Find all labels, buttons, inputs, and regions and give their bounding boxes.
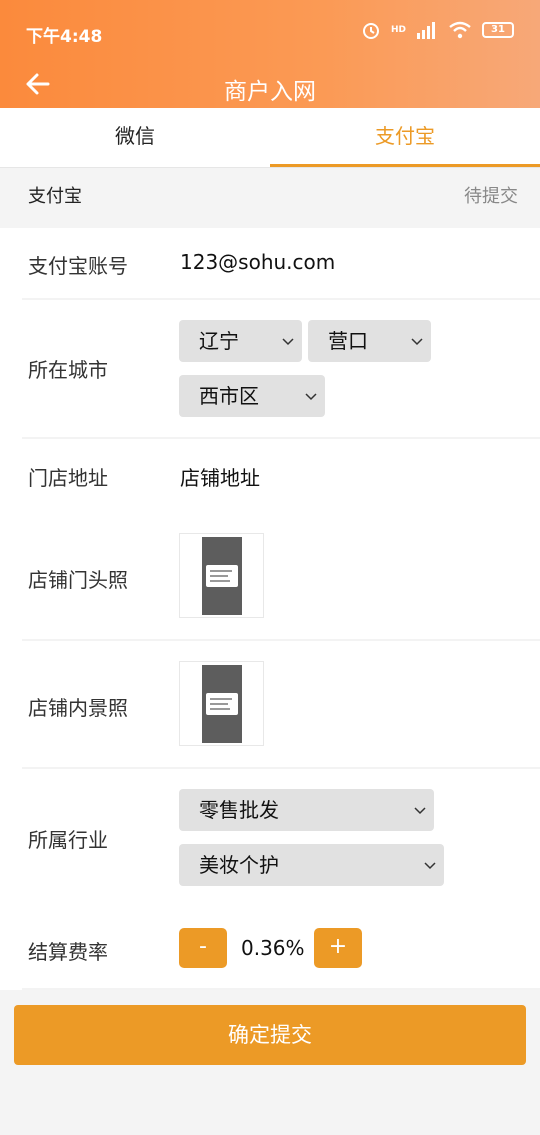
account-label: 支付宝账号	[28, 254, 128, 278]
merchant-form: 支付宝账号 123@sohu.com 所在城市 辽宁 营口 西市区 门店地址 店…	[0, 228, 540, 990]
signal-icon	[417, 22, 435, 39]
inner-photo-row: 店铺内景照	[0, 640, 540, 768]
rate-increment-button[interactable]: +	[314, 928, 362, 968]
inner-photo-thumbnail[interactable]	[179, 661, 264, 746]
inner-photo-label: 店铺内景照	[28, 696, 128, 720]
chevron-down-icon	[424, 862, 436, 870]
status-icons: HD 31	[361, 20, 514, 40]
status-badge: 待提交	[464, 186, 518, 207]
account-row: 支付宝账号 123@sohu.com	[0, 228, 540, 300]
address-label: 门店地址	[28, 466, 108, 490]
submit-button[interactable]: 确定提交	[14, 1005, 526, 1065]
rate-label: 结算费率	[28, 940, 108, 964]
status-bar: 下午4:48 HD 31	[0, 18, 540, 48]
industry-subcategory-value: 美妆个护	[199, 853, 279, 877]
district-select[interactable]: 西市区	[179, 375, 325, 417]
app-header: 下午4:48 HD 31 商户入网	[0, 0, 540, 108]
city-row: 所在城市 辽宁 营口 西市区	[0, 300, 540, 438]
rate-value: 0.36%	[241, 936, 305, 960]
battery-icon: 31	[482, 22, 514, 38]
rate-decrement-button[interactable]: -	[179, 928, 227, 968]
alarm-icon	[362, 23, 379, 39]
industry-row: 所属行业 零售批发 美妆个护	[0, 768, 540, 908]
tab-bar: 微信 支付宝	[0, 108, 540, 168]
tab-wechat[interactable]: 微信	[0, 108, 270, 167]
rate-row: 结算费率 - 0.36% +	[0, 908, 540, 990]
front-photo-row: 店铺门头照	[0, 512, 540, 640]
page-title: 商户入网	[224, 79, 316, 105]
city-value: 营口	[328, 329, 368, 353]
province-select[interactable]: 辽宁	[179, 320, 302, 362]
account-value[interactable]: 123@sohu.com	[180, 250, 335, 274]
province-value: 辽宁	[199, 329, 239, 353]
front-photo-thumbnail[interactable]	[179, 533, 264, 618]
divider	[22, 988, 540, 990]
section-header: 支付宝 待提交	[0, 168, 540, 228]
district-value: 西市区	[199, 384, 259, 408]
chevron-down-icon	[411, 338, 423, 346]
network-label: HD	[390, 25, 406, 35]
screenshot-preview	[202, 665, 242, 743]
dialog-preview	[206, 565, 238, 587]
address-row: 门店地址 店铺地址	[0, 438, 540, 512]
status-time: 下午4:48	[26, 27, 103, 47]
front-photo-label: 店铺门头照	[28, 568, 128, 592]
chevron-down-icon	[305, 393, 317, 401]
tab-alipay[interactable]: 支付宝	[270, 108, 540, 167]
screenshot-preview	[202, 537, 242, 615]
industry-subcategory-select[interactable]: 美妆个护	[179, 844, 444, 886]
industry-label: 所属行业	[28, 828, 108, 852]
city-select[interactable]: 营口	[308, 320, 431, 362]
industry-category-value: 零售批发	[199, 798, 279, 822]
chevron-down-icon	[414, 807, 426, 815]
section-label: 支付宝	[28, 186, 82, 207]
address-input[interactable]: 店铺地址	[180, 462, 260, 491]
chevron-down-icon	[282, 338, 294, 346]
city-label: 所在城市	[28, 358, 108, 382]
industry-category-select[interactable]: 零售批发	[179, 789, 434, 831]
wifi-icon	[449, 21, 471, 39]
dialog-preview	[206, 693, 238, 715]
